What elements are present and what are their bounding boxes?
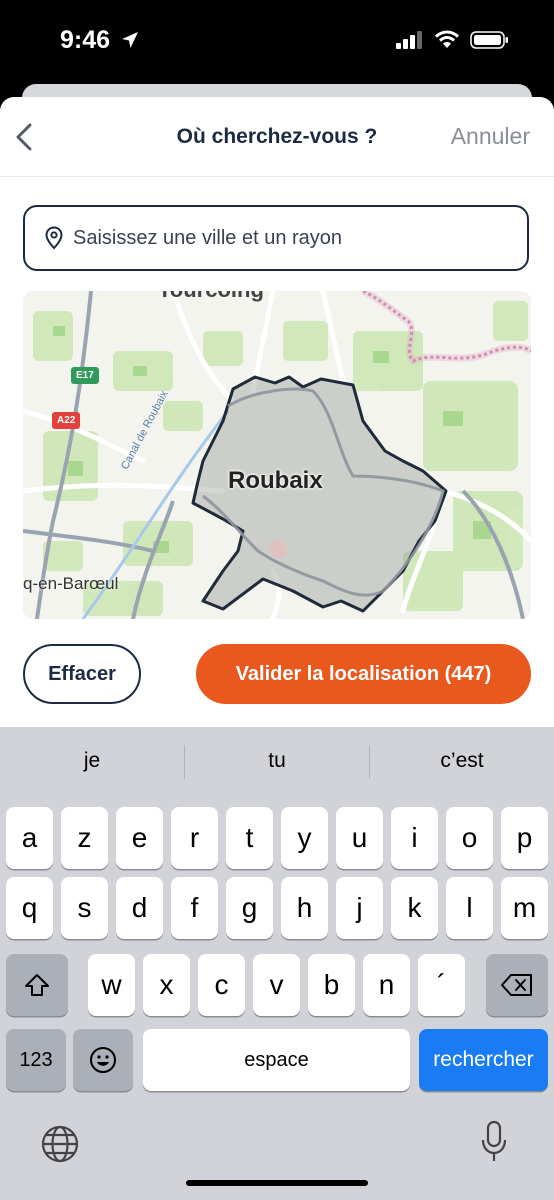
- suggestion-3[interactable]: c’est: [370, 749, 554, 773]
- key-m[interactable]: m: [501, 877, 548, 939]
- key-u[interactable]: u: [336, 807, 383, 869]
- keyboard: je tu c’est a z e r t y u i o p q s d f …: [0, 727, 554, 1200]
- emoji-icon: [90, 1047, 116, 1073]
- key-l[interactable]: l: [446, 877, 493, 939]
- nav-bar: Où cherchez-vous ? Annuler: [0, 97, 554, 177]
- key-n[interactable]: n: [363, 954, 410, 1016]
- location-modal: Où cherchez-vous ? Annuler Saisissez une…: [0, 97, 554, 737]
- search-field[interactable]: [23, 205, 529, 271]
- shift-icon: [25, 974, 49, 996]
- key-j[interactable]: j: [336, 877, 383, 939]
- location-pin-icon: [45, 226, 63, 250]
- key-i[interactable]: i: [391, 807, 438, 869]
- key-s[interactable]: s: [61, 877, 108, 939]
- numbers-key[interactable]: 123: [6, 1029, 66, 1091]
- map-label-city: Roubaix: [228, 467, 323, 494]
- key-h[interactable]: h: [281, 877, 328, 939]
- signal-icon: [396, 31, 422, 49]
- status-time: 9:46: [60, 26, 111, 54]
- cancel-button[interactable]: Annuler: [451, 123, 530, 150]
- emoji-key[interactable]: [73, 1029, 133, 1091]
- clear-button[interactable]: Effacer: [23, 644, 141, 704]
- key-b[interactable]: b: [308, 954, 355, 1016]
- key-c[interactable]: c: [198, 954, 245, 1016]
- key-k[interactable]: k: [391, 877, 438, 939]
- key-acute[interactable]: ´: [418, 954, 465, 1016]
- key-f[interactable]: f: [171, 877, 218, 939]
- search-input[interactable]: [73, 226, 513, 250]
- suggestion-2[interactable]: tu: [185, 749, 369, 773]
- map-view[interactable]: Tourcoing Canal de Roubaix E17 A22 Rouba…: [23, 291, 531, 619]
- key-w[interactable]: w: [88, 954, 135, 1016]
- search-return-key[interactable]: rechercher: [419, 1029, 548, 1091]
- space-key[interactable]: espace: [143, 1029, 410, 1091]
- key-t[interactable]: t: [226, 807, 273, 869]
- key-z[interactable]: z: [61, 807, 108, 869]
- shift-key[interactable]: [6, 954, 68, 1016]
- key-v[interactable]: v: [253, 954, 300, 1016]
- key-q[interactable]: q: [6, 877, 53, 939]
- key-x[interactable]: x: [143, 954, 190, 1016]
- backspace-icon: [501, 974, 532, 996]
- suggestion-1[interactable]: je: [0, 749, 184, 773]
- wifi-icon: [435, 30, 459, 48]
- status-bar: 9:46: [0, 0, 554, 84]
- key-g[interactable]: g: [226, 877, 273, 939]
- battery-icon: [470, 31, 508, 49]
- key-p[interactable]: p: [501, 807, 548, 869]
- key-e[interactable]: e: [116, 807, 163, 869]
- map-label-top: Tourcoing: [158, 291, 264, 303]
- road-shield-a22: A22: [52, 412, 81, 429]
- map-canvas: [23, 291, 531, 619]
- home-indicator: [186, 1180, 368, 1186]
- location-arrow-icon: [122, 32, 138, 48]
- key-r[interactable]: r: [171, 807, 218, 869]
- backspace-key[interactable]: [486, 954, 548, 1016]
- key-o[interactable]: o: [446, 807, 493, 869]
- key-y[interactable]: y: [281, 807, 328, 869]
- status-icons: [396, 30, 510, 50]
- key-a[interactable]: a: [6, 807, 53, 869]
- key-d[interactable]: d: [116, 877, 163, 939]
- microphone-icon[interactable]: [480, 1120, 508, 1164]
- globe-icon[interactable]: [40, 1124, 80, 1164]
- map-label-sub: q-en-Barœul: [23, 574, 119, 593]
- road-shield-e17: E17: [71, 367, 99, 384]
- suggestion-bar: je tu c’est: [0, 727, 554, 799]
- validate-location-button[interactable]: Valider la localisation (447): [196, 644, 531, 704]
